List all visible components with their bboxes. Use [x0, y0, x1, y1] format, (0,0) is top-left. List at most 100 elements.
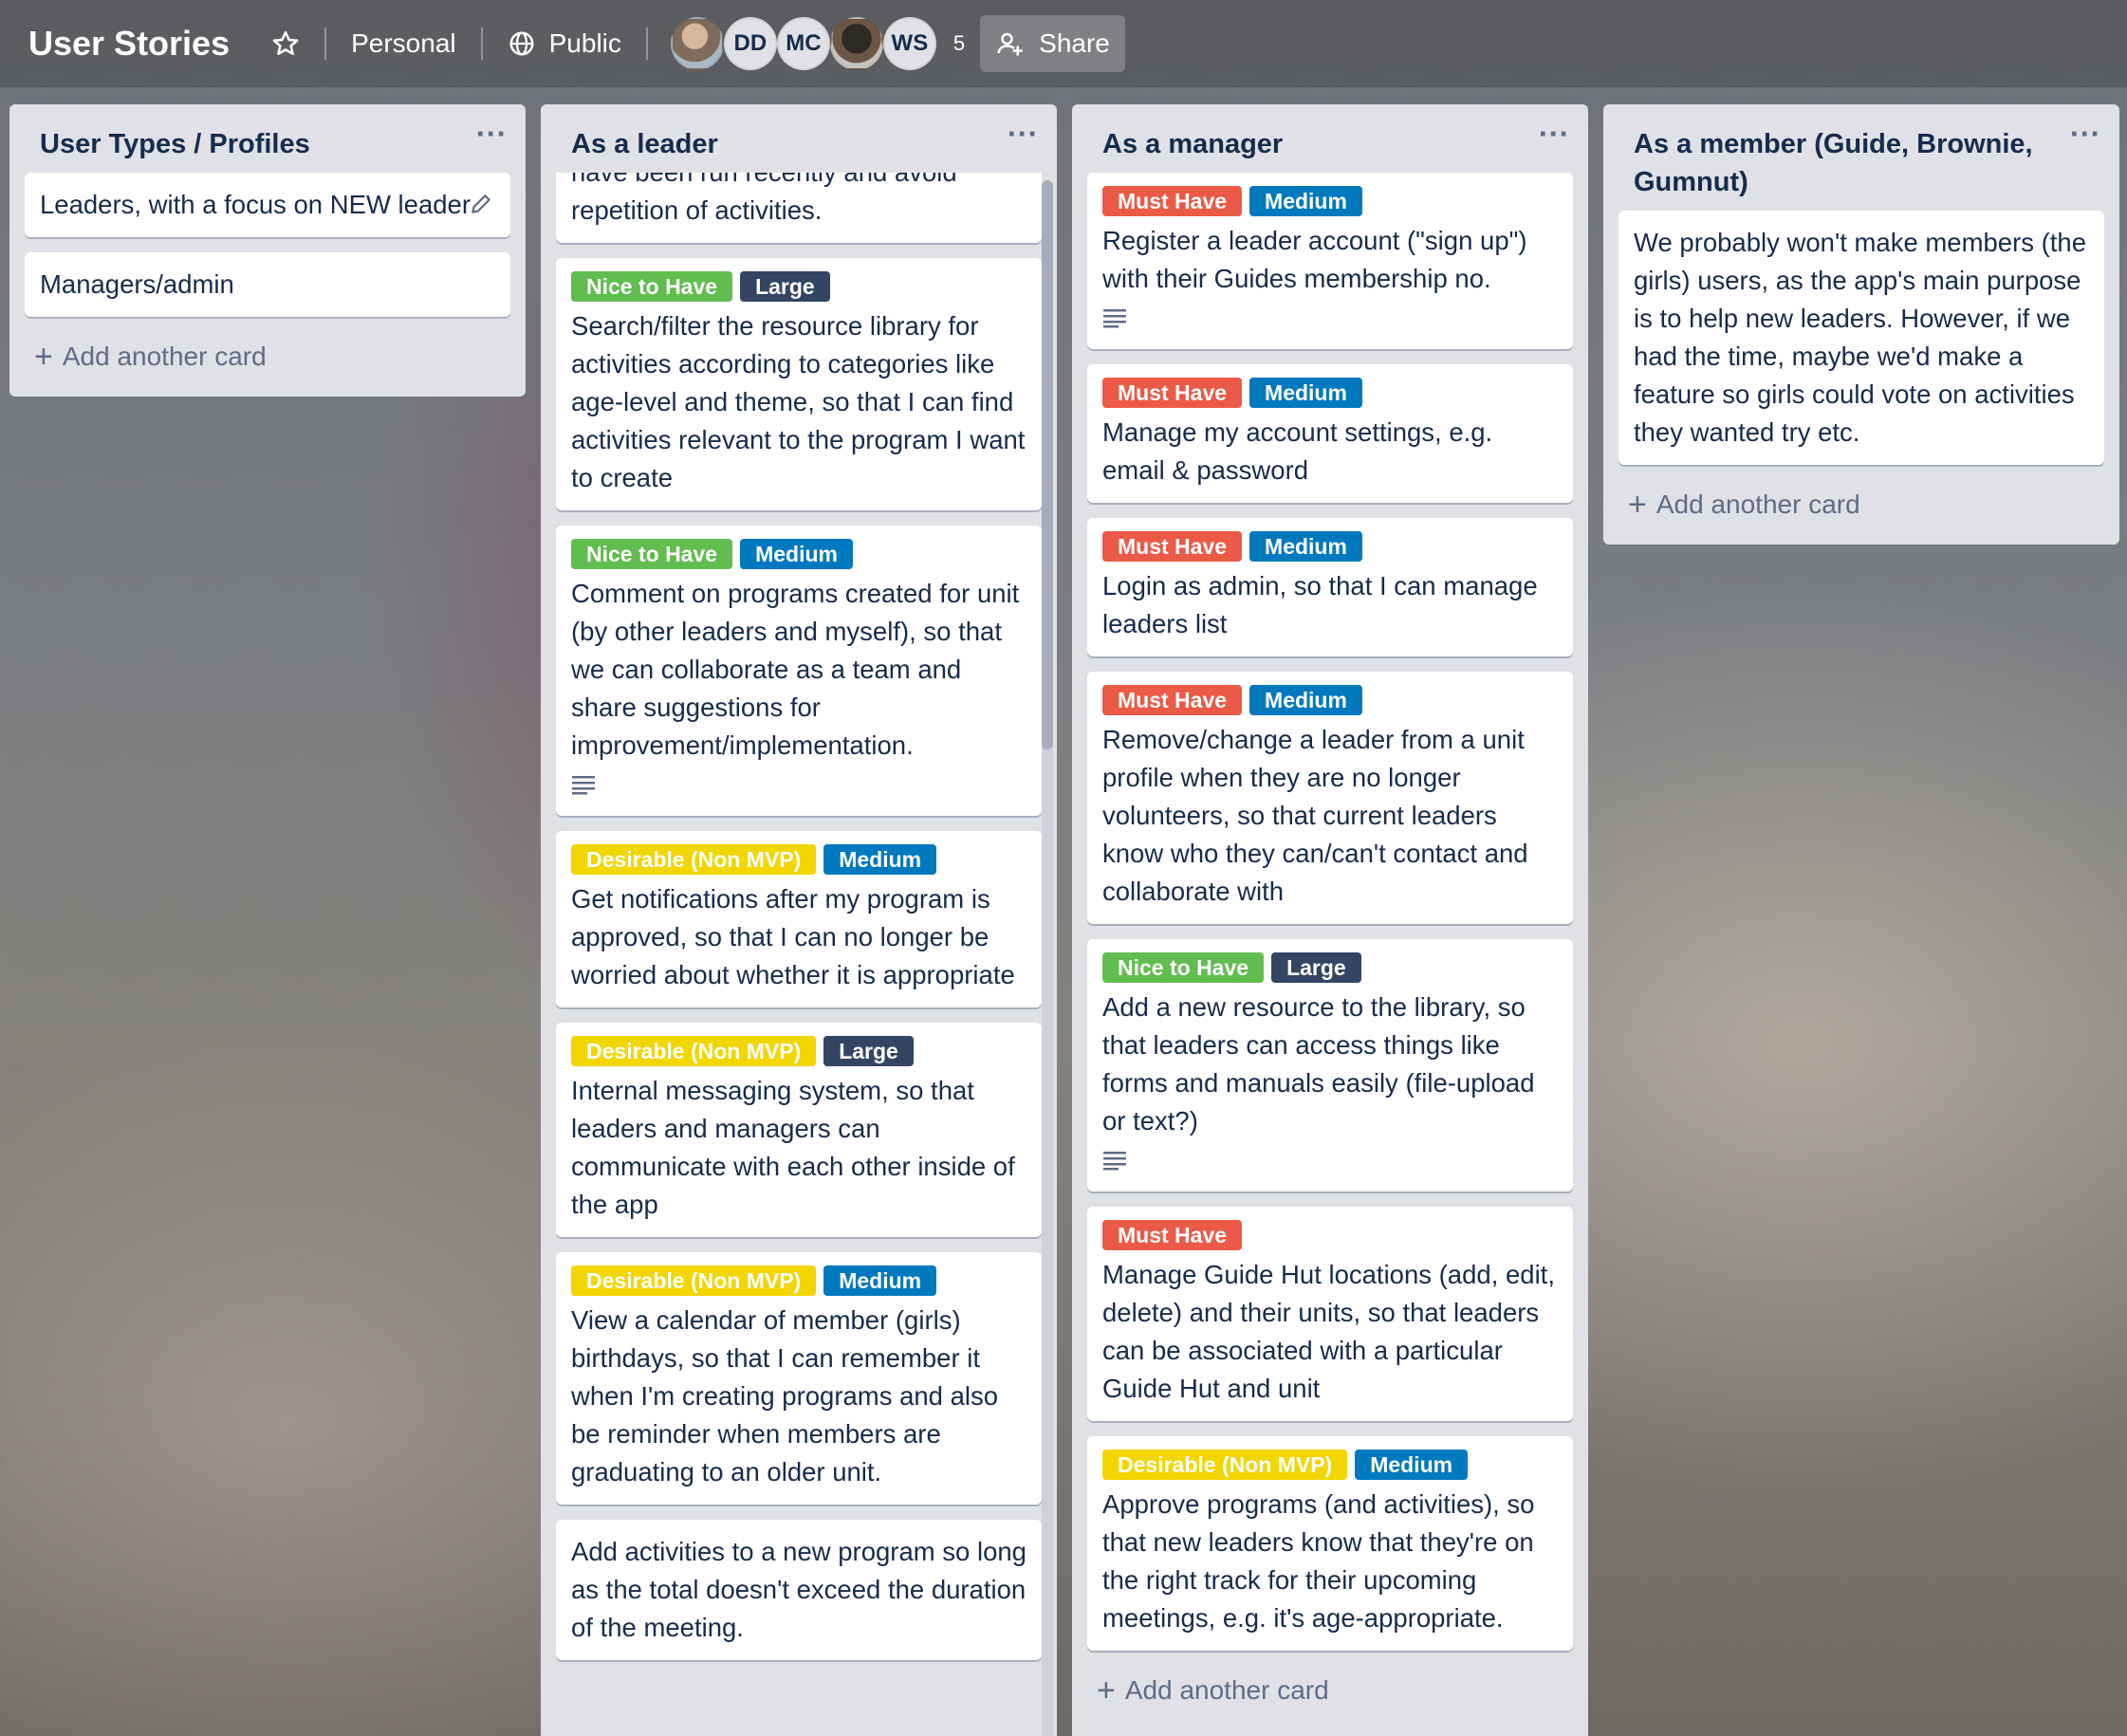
star-icon	[272, 30, 299, 55]
add-card-button[interactable]: + Add another card	[1072, 1666, 1588, 1730]
list-card[interactable]: Nice to Have Large Add a new resource to…	[1087, 939, 1573, 1191]
avatar[interactable]: MC	[776, 17, 830, 70]
card-label[interactable]: Large	[740, 271, 830, 302]
share-button[interactable]: Share	[980, 15, 1125, 72]
card-labels: Must Have Medium	[1102, 531, 1558, 562]
list-card[interactable]: Must Have Medium Register a leader accou…	[1087, 173, 1573, 349]
card-label[interactable]: Large	[1271, 952, 1361, 983]
list-menu-icon[interactable]: ···	[1007, 122, 1038, 147]
list-header: As a manager ···	[1072, 104, 1588, 173]
card-label[interactable]: Must Have	[1102, 186, 1243, 216]
card-list: have been run recently and avoid repetit…	[541, 173, 1057, 1660]
list-card[interactable]: Leaders, with a focus on NEW leaders	[25, 173, 510, 237]
card-label[interactable]: Nice to Have	[1102, 952, 1265, 983]
list-card[interactable]: have been run recently and avoid repetit…	[556, 173, 1042, 243]
list-header: As a leader ···	[541, 104, 1057, 173]
card-label[interactable]: Desirable (Non MVP)	[571, 1036, 817, 1066]
star-button[interactable]	[258, 17, 313, 70]
description-icon	[1103, 309, 1126, 328]
card-label[interactable]: Must Have	[1102, 378, 1243, 408]
card-label[interactable]: Nice to Have	[571, 539, 733, 569]
card-title: have been run recently and avoid repetit…	[571, 173, 957, 225]
team-visibility-label: Personal	[351, 28, 456, 58]
description-icon	[572, 776, 595, 795]
card-label[interactable]: Medium	[1249, 186, 1362, 216]
plus-icon: +	[34, 339, 53, 375]
member-count[interactable]: 5	[953, 31, 965, 56]
list-card[interactable]: Desirable (Non MVP) Medium View a calend…	[556, 1252, 1042, 1505]
card-title: Approve programs (and activities), so th…	[1102, 1489, 1535, 1633]
card-label[interactable]: Must Have	[1102, 685, 1243, 715]
card-title: Get notifications after my program is ap…	[571, 884, 1015, 989]
add-card-button[interactable]: + Add another card	[9, 332, 526, 397]
card-label[interactable]: Medium	[740, 539, 853, 569]
avatar[interactable]	[829, 17, 883, 70]
card-labels: Must Have Medium	[1102, 685, 1558, 715]
list-menu-icon[interactable]: ···	[475, 122, 507, 147]
card-labels: Desirable (Non MVP) Medium	[571, 844, 1027, 875]
card-label[interactable]: Medium	[1249, 685, 1362, 715]
add-card-label: Add another card	[1124, 1675, 1329, 1705]
add-card-label: Add another card	[1655, 489, 1860, 519]
visibility-button[interactable]: Public	[494, 17, 635, 70]
card-labels: Desirable (Non MVP) Large	[571, 1036, 1027, 1066]
avatar[interactable]	[670, 17, 724, 70]
list-menu-icon[interactable]: ···	[1538, 122, 1569, 147]
list-as-a-manager: As a manager ··· Must Have Medium Regist…	[1072, 104, 1588, 1736]
card-label[interactable]: Desirable (Non MVP)	[571, 1265, 817, 1296]
list-scroll-area[interactable]: have been run recently and avoid repetit…	[541, 173, 1057, 1736]
scrollbar-thumb[interactable]	[1042, 180, 1053, 749]
list-title[interactable]: As a member (Guide, Brownie, Gumnut)	[1634, 125, 2051, 201]
card-label[interactable]: Must Have	[1102, 531, 1243, 562]
card-label[interactable]: Desirable (Non MVP)	[1102, 1450, 1348, 1480]
card-label[interactable]: Must Have	[1102, 1220, 1243, 1250]
list-card[interactable]: Desirable (Non MVP) Medium Approve progr…	[1087, 1436, 1573, 1651]
list-card[interactable]: Managers/admin	[25, 252, 510, 317]
add-member-icon	[997, 32, 1023, 56]
card-list: Leaders, with a focus on NEW leaders Man…	[9, 173, 526, 317]
list-card[interactable]: Must Have Medium Login as admin, so that…	[1087, 518, 1573, 656]
board-header: User Stories Personal Public DD MC WS 5 …	[0, 0, 2127, 87]
card-labels: Nice to Have Large	[571, 271, 1027, 302]
card-title: Add activities to a new program so long …	[571, 1537, 1027, 1642]
list-card[interactable]: Must Have Medium Remove/change a leader …	[1087, 672, 1573, 924]
list-user-types: User Types / Profiles ··· Leaders, with …	[9, 104, 526, 397]
list-card[interactable]: Nice to Have Large Search/filter the res…	[556, 258, 1042, 510]
add-card-button[interactable]: + Add another card	[1603, 480, 2119, 545]
card-title: Add a new resource to the library, so th…	[1102, 992, 1535, 1136]
card-labels: Must Have Medium	[1102, 378, 1558, 408]
card-label[interactable]: Nice to Have	[571, 271, 733, 302]
team-visibility-button[interactable]: Personal	[338, 17, 470, 70]
description-icon	[1103, 1152, 1126, 1171]
list-title[interactable]: As a manager	[1102, 125, 1283, 163]
card-title: Remove/change a leader from a unit profi…	[1102, 725, 1528, 906]
card-label[interactable]: Medium	[823, 1265, 937, 1296]
card-label[interactable]: Medium	[1249, 531, 1362, 562]
list-title[interactable]: User Types / Profiles	[40, 125, 310, 163]
list-title[interactable]: As a leader	[571, 125, 718, 163]
card-labels: Nice to Have Large	[1102, 952, 1558, 983]
avatar[interactable]: DD	[723, 17, 777, 70]
board-members: DD MC WS	[670, 17, 936, 70]
list-scrollbar[interactable]	[1042, 180, 1053, 1736]
avatar[interactable]: WS	[882, 17, 936, 70]
card-label[interactable]: Medium	[1249, 378, 1362, 408]
list-card[interactable]: Desirable (Non MVP) Medium Get notificat…	[556, 831, 1042, 1007]
card-label[interactable]: Medium	[1355, 1450, 1469, 1480]
card-label[interactable]: Desirable (Non MVP)	[571, 844, 817, 875]
list-card[interactable]: Must Have Manage Guide Hut locations (ad…	[1087, 1207, 1573, 1421]
pencil-icon[interactable]	[469, 192, 493, 216]
list-card[interactable]: Must Have Medium Manage my account setti…	[1087, 364, 1573, 503]
card-title: We probably won't make members (the girl…	[1634, 228, 2087, 447]
card-labels: Nice to Have Medium	[571, 539, 1027, 569]
list-card[interactable]: Add activities to a new program so long …	[556, 1520, 1042, 1660]
list-menu-icon[interactable]: ···	[2069, 122, 2100, 147]
card-label[interactable]: Large	[823, 1036, 914, 1066]
globe-icon	[509, 31, 534, 56]
card-label[interactable]: Medium	[823, 844, 937, 875]
board-title[interactable]: User Stories	[28, 24, 230, 64]
list-card[interactable]: Nice to Have Medium Comment on programs …	[556, 526, 1042, 816]
list-card[interactable]: Desirable (Non MVP) Large Internal messa…	[556, 1023, 1042, 1237]
card-title: Login as admin, so that I can manage lea…	[1102, 571, 1538, 638]
list-card[interactable]: We probably won't make members (the girl…	[1618, 211, 2104, 465]
